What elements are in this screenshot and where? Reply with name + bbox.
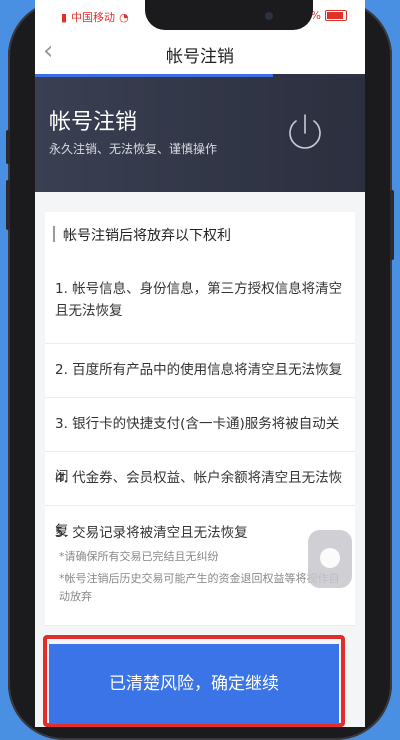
power-icon [289,114,321,149]
section-accent-bar [53,226,55,242]
battery-icon [325,10,347,21]
camera-icon [265,12,273,20]
list-item: 1. 帐号信息、身份信息，第三方授权信息将清空且无法恢复 [45,256,355,344]
wifi-icon: ◔ [119,10,129,24]
section-header: 帐号注销后将放弃以下权利 [45,212,355,257]
phone-screen: ▮ 中国移动 ◔ ➚ 93% ‹ 帐号注销 帐号注销 永久注销、无法恢复、谨慎操… [35,0,365,727]
assistive-touch-button[interactable] [308,530,352,588]
nav-bar: ‹ 帐号注销 [35,30,365,75]
assistive-touch-icon [320,548,340,568]
bottom-area: 已清楚风险，确定继续 [35,632,365,727]
carrier-label: 中国移动 [71,11,116,24]
list-item: 3. 银行卡的快捷支付(含一卡通)服务将被自动关闭 [45,398,355,485]
phone-side-button [390,190,394,260]
list-item: 4. 代金券、会员权益、帐户余额将清空且无法恢复 [45,452,355,539]
section-title: 帐号注销后将放弃以下权利 [63,228,231,244]
confirm-continue-button[interactable]: 已清楚风险，确定继续 [49,644,339,724]
list-item-text: 5. 交易记录将被清空且无法恢复 [55,525,248,541]
hero-title: 帐号注销 [49,110,138,135]
signal-icon: ▮ [61,10,68,24]
page-title: 帐号注销 [166,47,234,67]
phone-side-button [6,130,10,164]
list-item: 2. 百度所有产品中的使用信息将清空且无法恢复 [45,344,355,398]
phone-notch [145,0,313,30]
list-item-note: *帐号注销后历史交易可能产生的资金退回权益等将视作自动放弃 [59,572,340,603]
phone-side-button [6,180,10,230]
hero-banner: 帐号注销 永久注销、无法恢复、谨慎操作 [35,77,365,192]
list-item-note: *请确保所有交易已完结且无纠纷 [59,550,219,563]
hero-subtitle: 永久注销、无法恢复、谨慎操作 [49,142,218,156]
